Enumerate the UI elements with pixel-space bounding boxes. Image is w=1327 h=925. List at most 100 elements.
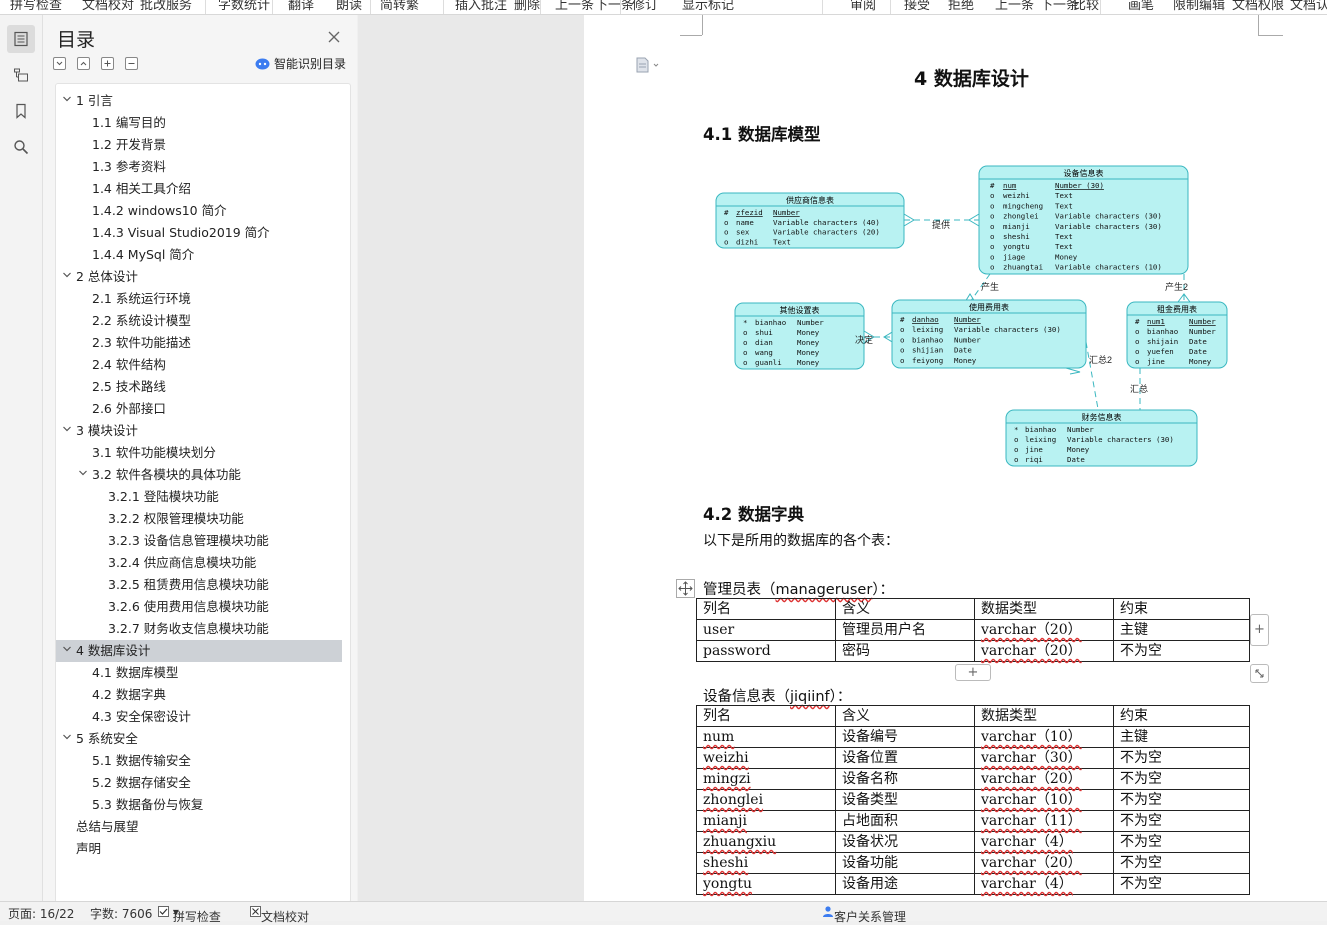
toolbar-item[interactable]: 比较 [1073,0,1099,13]
toc-item[interactable]: 3.1 软件功能模块划分 [56,442,350,464]
toc-item[interactable]: 5.3 数据备份与恢复 [56,794,350,816]
toolbar-item[interactable]: 删除 [514,0,540,13]
toolbar-item[interactable]: 朗读 [336,0,362,13]
toolbar-item[interactable]: 文档权限 [1232,0,1284,13]
toolbar-item[interactable]: 修订 [632,0,658,13]
toolbar-item[interactable]: 字数统计 [218,0,270,13]
toolbar-item[interactable]: 翻译 [288,0,314,13]
table-cell[interactable]: 主键 [1113,726,1250,748]
table-cell[interactable]: 管理员用户名 [835,619,975,641]
toc-item[interactable]: 2.6 外部接口 [56,398,350,420]
spell-check-toggle[interactable]: 拼写检查 ▾ [158,905,221,924]
table-cell[interactable]: zhuangxiu [696,831,836,853]
table-cell[interactable]: zhonglei [696,789,836,811]
toc-item[interactable]: 3.2 软件各模块的具体功能 [56,464,350,486]
toolbar-item[interactable]: 画笔 [1128,0,1154,13]
toc-item[interactable]: 3.2.2 权限管理模块功能 [56,508,350,530]
toc-item[interactable]: 4.3 安全保密设计 [56,706,350,728]
toc-item[interactable]: 2.4 软件结构 [56,354,350,376]
chevron-down-icon[interactable] [61,266,73,288]
table-cell[interactable]: 设备功能 [835,852,975,874]
toc-item[interactable]: 2.1 系统运行环境 [56,288,350,310]
table-cell[interactable]: yongtu [696,873,836,895]
table-cell[interactable]: 数据类型 [974,705,1114,727]
table-cell[interactable]: varchar（20） [974,619,1114,641]
add-column-button[interactable]: + [1250,614,1269,646]
toc-item[interactable]: 5.1 数据传输安全 [56,750,350,772]
table-cell[interactable]: 占地面积 [835,810,975,832]
toc-item[interactable]: 2.5 技术路线 [56,376,350,398]
table-cell[interactable]: varchar（4） [974,831,1114,853]
toolbar-item[interactable]: 接受 [904,0,930,13]
table-cell[interactable]: 不为空 [1113,852,1250,874]
table-cell[interactable]: 不为空 [1113,768,1250,790]
toc-item[interactable]: 3 模块设计 [56,420,350,442]
toc-item[interactable]: 1.4.2 windows10 简介 [56,200,350,222]
toolbar-item[interactable]: 拼写检查 [10,0,62,13]
toolbar-item[interactable]: 批改服务 [140,0,192,13]
toc-item[interactable]: 1 引言 [56,90,350,112]
table-cell[interactable]: 设备用途 [835,873,975,895]
table-cell[interactable]: 列名 [696,705,836,727]
table-cell[interactable]: varchar（20） [974,640,1114,662]
table-cell[interactable]: 设备名称 [835,768,975,790]
page-options-icon[interactable] [636,57,660,77]
toc-item[interactable]: 2.3 软件功能描述 [56,332,350,354]
toolbar-item[interactable]: 审阅 [850,0,876,13]
toolbar-item[interactable]: 文档认证 [1290,0,1327,13]
table-cell[interactable]: 不为空 [1113,789,1250,811]
table-cell[interactable]: varchar（20） [974,852,1114,874]
toolbar-item[interactable]: 简转繁 [380,0,419,13]
toc-item[interactable]: 3.2.6 使用费用信息模块功能 [56,596,350,618]
table-cell[interactable]: 设备位置 [835,747,975,769]
close-icon[interactable] [327,29,343,45]
toc-item[interactable]: 1.4.3 Visual Studio2019 简介 [56,222,350,244]
table-cell[interactable]: 设备编号 [835,726,975,748]
page-indicator[interactable]: 页面: 16/22 [8,905,74,922]
toolbar-item[interactable]: 文档校对 [82,0,134,13]
expand-up-icon[interactable] [77,57,90,70]
table-cell[interactable]: num [696,726,836,748]
toolbar-item[interactable]: 拒绝 [948,0,974,13]
bookmark-icon[interactable] [7,97,35,125]
toolbar-item[interactable]: 插入批注 [455,0,507,13]
table-cell[interactable]: 不为空 [1113,810,1250,832]
toc-item[interactable]: 5.2 数据存储安全 [56,772,350,794]
toolbar-item[interactable]: 下一条 [595,0,634,13]
toolbar-item[interactable]: 上一条 [555,0,594,13]
chevron-down-icon[interactable] [61,420,73,442]
table-cell[interactable]: 设备类型 [835,789,975,811]
table-cell[interactable]: varchar（30） [974,747,1114,769]
add-row-button[interactable]: + [955,664,991,681]
remove-heading-icon[interactable] [125,57,138,70]
chevron-down-icon[interactable] [61,640,73,662]
table-cell[interactable]: password [696,640,836,662]
toc-item[interactable]: 4.1 数据库模型 [56,662,350,684]
crm-link[interactable]: 客户关系管理 [822,905,906,924]
smart-toc-button[interactable]: 智能识别目录 [255,55,346,72]
table-cell[interactable]: 密码 [835,640,975,662]
table-cell[interactable]: 设备状况 [835,831,975,853]
search-icon[interactable] [7,133,35,161]
toc-item[interactable]: 总结与展望 [56,816,350,838]
table-move-handle[interactable] [676,579,695,598]
table-cell[interactable]: 不为空 [1113,640,1250,662]
table-cell[interactable]: mianji [696,810,836,832]
table-cell[interactable]: varchar（20） [974,768,1114,790]
toc-item[interactable]: 3.2.1 登陆模块功能 [56,486,350,508]
table-cell[interactable]: 主键 [1113,619,1250,641]
table-cell[interactable]: 约束 [1113,598,1250,620]
toc-item[interactable]: 1.2 开发背景 [56,134,350,156]
table-cell[interactable]: 含义 [835,598,975,620]
table-cell[interactable]: varchar（10） [974,726,1114,748]
add-heading-icon[interactable] [101,57,114,70]
toc-item[interactable]: 4 数据库设计 [56,640,342,662]
toc-item[interactable]: 1.4.4 MySql 简介 [56,244,350,266]
table-cell[interactable]: 数据类型 [974,598,1114,620]
table-cell[interactable]: weizhi [696,747,836,769]
table-cell[interactable]: 不为空 [1113,831,1250,853]
toc-item[interactable]: 3.2.3 设备信息管理模块功能 [56,530,350,552]
table-cell[interactable]: varchar（11） [974,810,1114,832]
toc-item[interactable]: 声明 [56,838,350,860]
table-cell[interactable]: 列名 [696,598,836,620]
